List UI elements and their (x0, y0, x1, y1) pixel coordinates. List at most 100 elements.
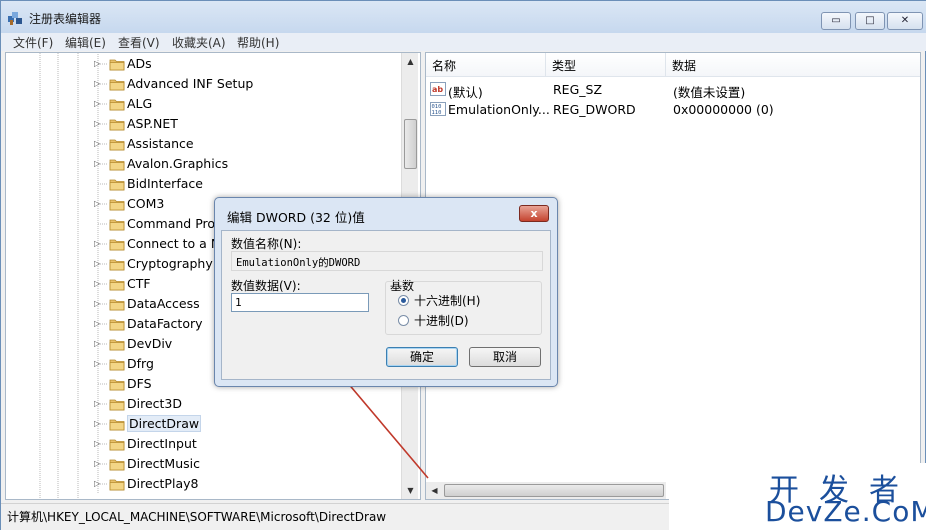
maximize-icon: □ (865, 15, 875, 26)
menu-edit[interactable]: 编辑(E) (65, 34, 106, 51)
regedit-app-icon (8, 12, 22, 25)
tree-item-label: Cryptography (127, 256, 213, 271)
folder-icon (109, 397, 125, 411)
expand-arrow-icon[interactable]: ▷ (94, 420, 102, 428)
tree-item[interactable]: ▷ DirectInput (6, 434, 402, 454)
tree-scroll-thumb[interactable] (404, 119, 417, 169)
tree-item[interactable]: ▷ DirectPlay8 (6, 474, 402, 494)
tree-item[interactable]: BidInterface (6, 174, 402, 194)
value-data-input[interactable]: 1 (231, 293, 369, 312)
expand-arrow-icon[interactable]: ▷ (94, 60, 102, 68)
expand-arrow-icon[interactable]: ▷ (94, 120, 102, 128)
column-header-type[interactable]: 类型 (546, 53, 666, 77)
expand-arrow-icon[interactable]: ▷ (94, 160, 102, 168)
value-row[interactable]: ab (默认) REG_SZ (数值未设置) (426, 79, 920, 100)
folder-icon (109, 197, 125, 211)
tree-item[interactable]: ▷ DirectDraw (6, 414, 402, 434)
minimize-button[interactable]: ▭ (821, 12, 851, 30)
expand-arrow-icon[interactable]: ▷ (94, 200, 102, 208)
value-type: REG_SZ (553, 82, 603, 97)
folder-icon (109, 357, 125, 371)
scroll-up-arrow-icon[interactable]: ▲ (402, 53, 419, 70)
tree-item-label: Dfrg (127, 356, 154, 371)
tree-item[interactable]: ▷ ALG (6, 94, 402, 114)
value-name: EmulationOnly... (448, 102, 550, 117)
expand-arrow-icon[interactable]: ▷ (94, 100, 102, 108)
close-icon: ✕ (900, 15, 910, 26)
close-button[interactable]: ✕ (887, 12, 923, 30)
folder-icon (109, 457, 125, 471)
expand-arrow-icon[interactable]: ▷ (94, 480, 102, 488)
ok-button[interactable]: 确定 (386, 347, 458, 367)
scroll-left-arrow-icon[interactable]: ◀ (426, 482, 443, 499)
tree-item-label: DataAccess (127, 296, 200, 311)
folder-icon (109, 297, 125, 311)
base-group: 十六进制(H) 十进制(D) (385, 281, 542, 335)
folder-icon (109, 317, 125, 331)
expand-arrow-icon[interactable]: ▷ (94, 360, 102, 368)
value-data: 0x00000000 (0) (673, 102, 774, 117)
tree-connector (97, 474, 108, 494)
column-header-data-label: 数据 (672, 59, 697, 73)
title-bar[interactable]: 注册表编辑器 ▭ □ ✕ (1, 1, 926, 33)
tree-item[interactable]: ▷ Advanced INF Setup (6, 74, 402, 94)
tree-item-label: BidInterface (127, 176, 203, 191)
decimal-radio-label[interactable]: 十进制(D) (414, 312, 469, 329)
value-row[interactable]: 010 110 EmulationOnly... REG_DWORD 0x000… (426, 99, 920, 119)
expand-arrow-icon[interactable]: ▷ (94, 340, 102, 348)
expand-arrow-icon[interactable]: ▷ (94, 240, 102, 248)
tree-item[interactable]: ▷ Direct3D (6, 394, 402, 414)
expand-arrow-icon[interactable]: ▷ (94, 140, 102, 148)
menu-help[interactable]: 帮助(H) (237, 34, 279, 51)
tree-item-label: CTF (127, 276, 151, 291)
tree-item-label: DirectPlay8 (127, 476, 199, 491)
tree-item[interactable]: ▷ DirectMusic (6, 454, 402, 474)
tree-item[interactable]: ▷ Assistance (6, 134, 402, 154)
tree-item-label: DataFactory (127, 316, 203, 331)
list-horizontal-scrollbar[interactable]: ◀ (426, 482, 666, 499)
dialog-close-button[interactable]: x (519, 205, 549, 222)
scroll-down-arrow-icon[interactable]: ▼ (402, 482, 419, 499)
value-data-label: 数值数据(V): (231, 279, 301, 293)
tree-connector (97, 394, 108, 414)
menu-view[interactable]: 查看(V) (118, 34, 160, 51)
dialog-title: 编辑 DWORD (32 位)值 (227, 210, 365, 225)
cancel-button[interactable]: 取消 (469, 347, 541, 367)
tree-item-label: Assistance (127, 136, 194, 151)
column-header-data[interactable]: 数据 (666, 53, 920, 77)
folder-icon (109, 277, 125, 291)
maximize-button[interactable]: □ (855, 12, 885, 30)
tree-item-label: Advanced INF Setup (127, 76, 254, 91)
tree-item[interactable]: ▷ ASP.NET (6, 114, 402, 134)
column-header-name-label: 名称 (432, 59, 457, 73)
expand-arrow-icon[interactable]: ▷ (94, 460, 102, 468)
dialog-body: 数值名称(N): EmulationOnly的DWORD 数值数据(V): 1 … (221, 230, 551, 380)
value-name-field: EmulationOnly的DWORD (231, 251, 543, 271)
folder-icon (109, 57, 125, 71)
tree-item-label: ASP.NET (127, 116, 178, 131)
value-name-label: 数值名称(N): (231, 237, 302, 251)
folder-icon (109, 477, 125, 491)
expand-arrow-icon[interactable]: ▷ (94, 440, 102, 448)
expand-arrow-icon[interactable]: ▷ (94, 280, 102, 288)
svg-text:110: 110 (432, 110, 442, 116)
menu-file[interactable]: 文件(F) (13, 34, 53, 51)
expand-arrow-icon[interactable]: ▷ (94, 260, 102, 268)
tree-item[interactable]: ▷ ADs (6, 54, 402, 74)
tree-connector (97, 434, 108, 454)
expand-arrow-icon[interactable]: ▷ (94, 80, 102, 88)
column-header-name[interactable]: 名称 (426, 53, 546, 77)
hex-radio-label[interactable]: 十六进制(H) (414, 292, 480, 309)
hex-radio[interactable] (398, 295, 409, 306)
tree-item[interactable]: ▷ Avalon.Graphics (6, 154, 402, 174)
tree-connector (97, 54, 108, 74)
folder-icon (109, 97, 125, 111)
expand-arrow-icon[interactable]: ▷ (94, 300, 102, 308)
list-scroll-thumb[interactable] (444, 484, 664, 497)
tree-item-label: Command Proc (127, 216, 222, 231)
decimal-radio[interactable] (398, 315, 409, 326)
expand-arrow-icon[interactable]: ▷ (94, 320, 102, 328)
expand-arrow-icon[interactable]: ▷ (94, 400, 102, 408)
tree-item-label: Connect to a N (127, 236, 221, 251)
menu-favorites[interactable]: 收藏夹(A) (172, 34, 226, 51)
